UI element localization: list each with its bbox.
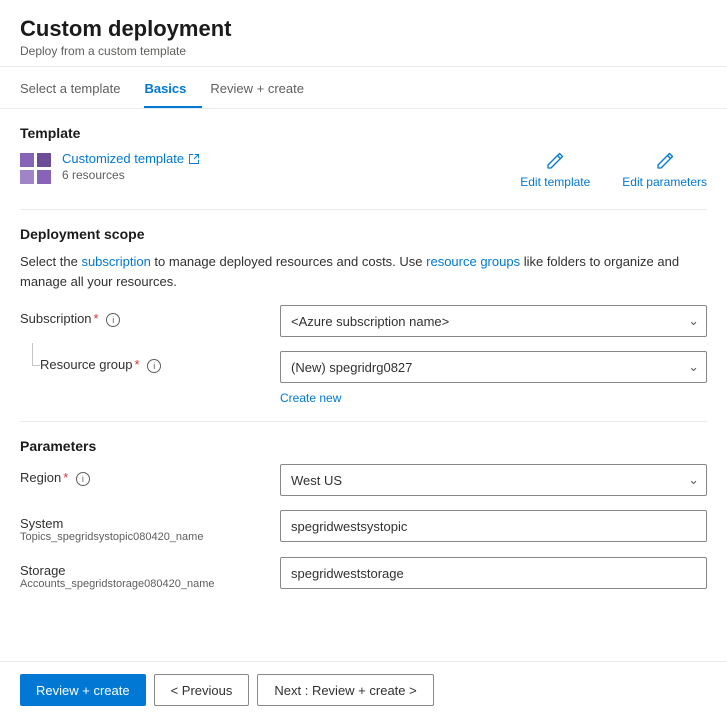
storage-input[interactable] [280,557,707,589]
edit-parameters-icon [655,151,675,171]
resource-group-row: Resource group* i (New) spegridrg0827 ⌄ [20,351,707,383]
create-new-link[interactable]: Create new [280,391,341,405]
template-row: Customized template 6 resources [20,151,707,189]
region-control: West US East US West Europe East Asia ⌄ [280,464,707,496]
region-info-icon[interactable]: i [76,472,90,486]
storage-control [280,557,707,589]
section-divider-1 [20,209,707,210]
resource-group-select-wrapper: (New) spegridrg0827 ⌄ [280,351,707,383]
external-link-icon [188,153,200,165]
region-label: Region* i [20,464,280,486]
storage-row: Storage Accounts_spegridstorage080420_na… [20,557,707,590]
template-icon-cell-3 [20,170,34,184]
system-control [280,510,707,542]
resource-group-control: (New) spegridrg0827 ⌄ [280,351,707,383]
template-icon-cell-4 [37,170,51,184]
review-create-button[interactable]: Review + create [20,674,146,706]
subscription-select[interactable]: <Azure subscription name> [280,305,707,337]
system-row: System Topics_spegridsystopic080420_name [20,510,707,543]
subscription-link[interactable]: subscription [81,254,150,269]
page-header: Custom deployment Deploy from a custom t… [0,0,727,67]
page-title: Custom deployment [20,16,707,42]
tab-select-template[interactable]: Select a template [20,71,136,108]
tab-navigation: Select a template Basics Review + create [0,71,727,109]
edit-buttons-group: Edit template Edit parameters [520,151,707,189]
parameters-section: Parameters Region* i West US East US Wes… [20,438,707,590]
subscription-info-icon[interactable]: i [106,313,120,327]
tab-basics[interactable]: Basics [144,71,202,108]
subscription-control: <Azure subscription name> ⌄ [280,305,707,337]
system-label-group: System Topics_spegridsystopic080420_name [20,510,280,543]
resource-group-info-icon[interactable]: i [147,359,161,373]
resource-groups-link[interactable]: resource groups [426,254,520,269]
tab-review-create[interactable]: Review + create [210,71,320,108]
region-row: Region* i West US East US West Europe Ea… [20,464,707,496]
previous-button[interactable]: < Previous [154,674,250,706]
system-input[interactable] [280,510,707,542]
template-name-link[interactable]: Customized template [62,151,200,166]
footer: Review + create < Previous Next : Review… [0,661,727,718]
subscription-select-wrapper: <Azure subscription name> ⌄ [280,305,707,337]
subscription-row: Subscription* i <Azure subscription name… [20,305,707,337]
deployment-scope-section: Deployment scope Select the subscription… [20,226,707,405]
subscription-label: Subscription* i [20,305,280,327]
page-subtitle: Deploy from a custom template [20,44,707,58]
edit-template-button[interactable]: Edit template [520,151,590,189]
storage-label-group: Storage Accounts_spegridstorage080420_na… [20,557,280,590]
scope-description: Select the subscription to manage deploy… [20,252,707,291]
template-icon-cell-2 [37,153,51,167]
edit-template-icon [545,151,565,171]
template-resources: 6 resources [62,168,200,182]
template-section-title: Template [20,125,707,141]
deployment-scope-title: Deployment scope [20,226,707,242]
region-select-wrapper: West US East US West Europe East Asia ⌄ [280,464,707,496]
region-select[interactable]: West US East US West Europe East Asia [280,464,707,496]
resource-group-select[interactable]: (New) spegridrg0827 [280,351,707,383]
template-icon-cell-1 [20,153,34,167]
section-divider-2 [20,421,707,422]
template-icon [20,153,52,185]
edit-parameters-button[interactable]: Edit parameters [622,151,707,189]
resource-group-label: Resource group* i [20,351,280,373]
template-info: Customized template 6 resources [20,151,200,185]
parameters-section-title: Parameters [20,438,707,454]
next-button[interactable]: Next : Review + create > [257,674,433,706]
